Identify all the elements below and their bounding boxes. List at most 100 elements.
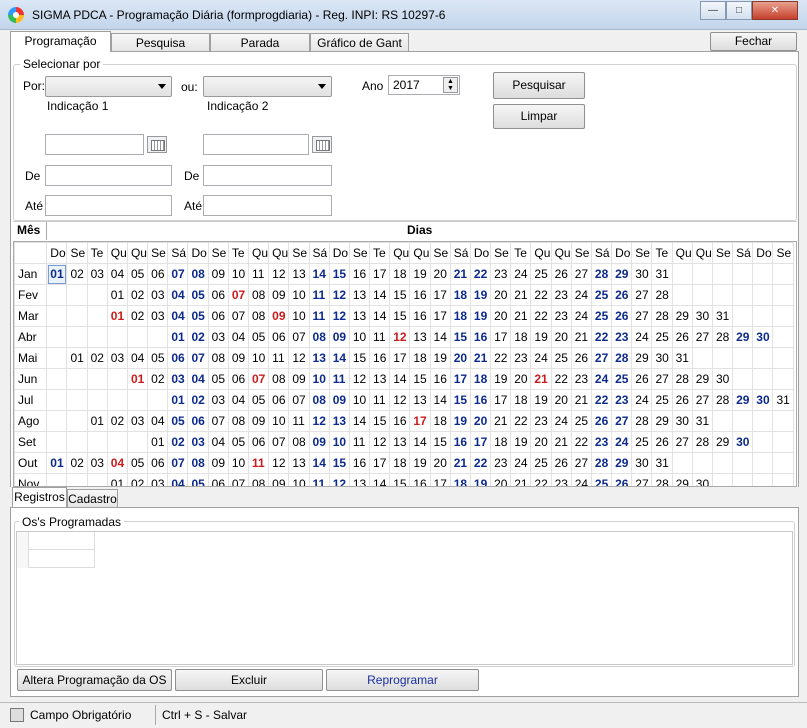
day-cell[interactable]: 26 — [651, 431, 673, 453]
day-cell[interactable]: 29 — [651, 410, 673, 432]
day-cell[interactable]: 27 — [691, 326, 713, 348]
day-cell[interactable]: 10 — [288, 473, 310, 486]
day-cell[interactable]: 22 — [550, 368, 572, 390]
day-cell[interactable]: 11 — [308, 473, 330, 486]
day-cell[interactable]: 10 — [247, 347, 270, 369]
day-cell[interactable]: 09 — [328, 389, 350, 411]
day-cell[interactable]: 30 — [691, 473, 713, 486]
day-cell[interactable]: 29 — [711, 431, 734, 453]
day-cell[interactable]: 05 — [227, 431, 250, 453]
day-cell[interactable]: 29 — [732, 389, 754, 411]
day-cell[interactable]: 12 — [288, 347, 310, 369]
day-cell[interactable]: 23 — [611, 389, 633, 411]
day-cell[interactable]: 14 — [429, 389, 451, 411]
excluir-button[interactable]: Excluir — [175, 669, 323, 691]
day-cell[interactable]: 31 — [651, 452, 673, 474]
day-cell[interactable]: 03 — [187, 431, 209, 453]
day-cell[interactable]: 06 — [247, 431, 270, 453]
day-cell[interactable]: 10 — [227, 452, 250, 474]
day-cell[interactable]: 05 — [147, 347, 169, 369]
day-cell[interactable]: 04 — [106, 263, 128, 285]
day-cell[interactable]: 14 — [308, 452, 330, 474]
day-cell[interactable]: 31 — [651, 263, 673, 285]
day-cell[interactable]: 23 — [550, 284, 572, 306]
day-cell[interactable]: 13 — [409, 326, 431, 348]
day-cell[interactable]: 21 — [469, 347, 492, 369]
day-cell[interactable]: 12 — [268, 263, 290, 285]
day-cell[interactable]: 07 — [187, 347, 209, 369]
day-cell[interactable]: 15 — [328, 263, 350, 285]
day-cell[interactable]: 10 — [227, 263, 250, 285]
day-cell[interactable]: 27 — [611, 410, 633, 432]
day-cell[interactable]: 28 — [651, 284, 673, 306]
day-cell[interactable]: 12 — [268, 452, 290, 474]
day-cell[interactable]: 01 — [106, 473, 128, 486]
day-cell[interactable]: 27 — [651, 368, 673, 390]
day-cell[interactable]: 22 — [530, 305, 552, 327]
day-cell[interactable]: 07 — [247, 368, 270, 390]
ate-input-2[interactable] — [203, 195, 332, 216]
day-cell[interactable]: 24 — [611, 431, 633, 453]
day-cell[interactable]: 02 — [66, 452, 88, 474]
tab-pesquisa[interactable]: Pesquisa — [111, 33, 210, 52]
day-cell[interactable]: 29 — [691, 368, 713, 390]
day-cell[interactable]: 15 — [389, 305, 411, 327]
day-cell[interactable]: 09 — [308, 431, 330, 453]
day-cell[interactable]: 16 — [469, 326, 492, 348]
fechar-button[interactable]: Fechar — [710, 32, 797, 51]
day-cell[interactable]: 15 — [328, 452, 350, 474]
day-cell[interactable]: 01 — [147, 431, 169, 453]
day-cell[interactable]: 03 — [147, 305, 169, 327]
day-cell[interactable]: 04 — [187, 368, 209, 390]
day-cell[interactable]: 25 — [550, 347, 572, 369]
day-cell[interactable]: 16 — [369, 347, 391, 369]
day-cell[interactable]: 30 — [711, 368, 734, 390]
day-cell[interactable]: 17 — [429, 473, 451, 486]
day-cell[interactable]: 07 — [227, 305, 250, 327]
day-cell[interactable]: 16 — [348, 452, 371, 474]
day-cell[interactable]: 06 — [207, 473, 229, 486]
day-cell[interactable]: 25 — [570, 410, 592, 432]
day-cell[interactable]: 05 — [187, 305, 209, 327]
day-cell[interactable]: 20 — [469, 410, 492, 432]
day-cell[interactable]: 22 — [530, 284, 552, 306]
day-cell[interactable]: 18 — [490, 431, 512, 453]
day-cell[interactable]: 21 — [510, 305, 532, 327]
day-cell[interactable]: 11 — [247, 263, 270, 285]
day-cell[interactable]: 12 — [308, 410, 330, 432]
day-cell[interactable]: 27 — [671, 431, 693, 453]
day-cell[interactable]: 29 — [732, 326, 754, 348]
day-cell[interactable]: 01 — [66, 347, 88, 369]
day-cell[interactable]: 09 — [207, 263, 229, 285]
day-cell[interactable]: 16 — [348, 263, 371, 285]
day-cell[interactable]: 04 — [106, 452, 128, 474]
day-cell[interactable]: 22 — [469, 452, 492, 474]
day-cell[interactable]: 10 — [308, 368, 330, 390]
day-cell[interactable]: 27 — [631, 284, 653, 306]
day-cell[interactable]: 03 — [86, 452, 108, 474]
day-cell[interactable]: 19 — [409, 452, 431, 474]
day-cell[interactable]: 30 — [732, 431, 754, 453]
de-input-2[interactable] — [203, 165, 332, 186]
day-cell[interactable]: 15 — [409, 368, 431, 390]
day-cell[interactable]: 23 — [490, 263, 512, 285]
day-cell[interactable]: 02 — [187, 389, 209, 411]
code-input-1[interactable] — [45, 134, 144, 155]
day-cell[interactable]: 15 — [389, 284, 411, 306]
day-cell[interactable]: 23 — [550, 473, 572, 486]
day-cell[interactable]: 13 — [369, 368, 391, 390]
day-cell[interactable]: 14 — [328, 347, 350, 369]
day-cell[interactable]: 11 — [268, 347, 290, 369]
day-cell[interactable]: 22 — [530, 473, 552, 486]
day-cell[interactable]: 06 — [207, 305, 229, 327]
day-cell[interactable]: 04 — [227, 326, 250, 348]
day-cell[interactable]: 25 — [651, 389, 673, 411]
day-cell[interactable]: 05 — [126, 452, 149, 474]
day-cell[interactable]: 28 — [671, 368, 693, 390]
day-cell[interactable]: 22 — [490, 347, 512, 369]
day-cell[interactable]: 18 — [510, 326, 532, 348]
day-cell[interactable]: 03 — [86, 263, 108, 285]
day-cell[interactable]: 09 — [268, 284, 290, 306]
day-cell[interactable]: 27 — [691, 389, 713, 411]
day-cell[interactable]: 02 — [66, 263, 88, 285]
